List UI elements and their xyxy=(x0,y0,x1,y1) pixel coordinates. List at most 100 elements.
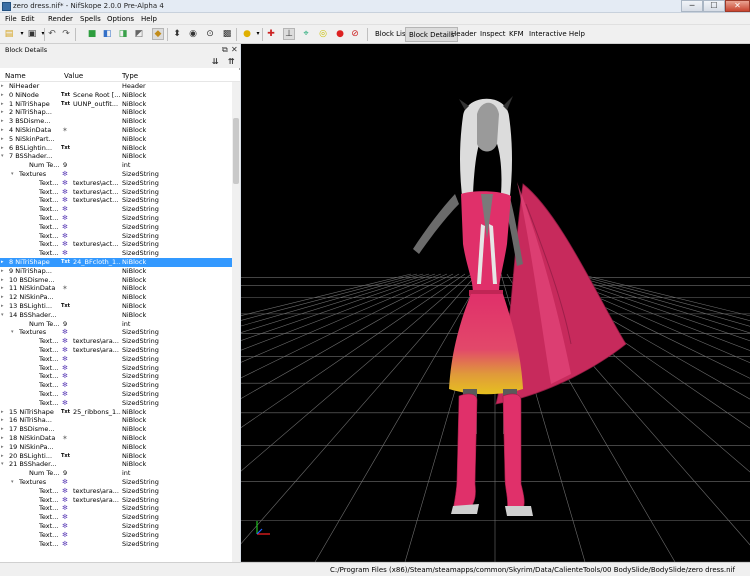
interactive-help-button[interactable]: Interactive Help xyxy=(526,27,588,42)
tree-row[interactable]: ▸ 15 NiTriShape Txt 25_ribbons_1... NiBlock xyxy=(0,408,232,417)
collapsed-arrow-icon[interactable]: ▸ xyxy=(1,100,4,109)
front-view-icon[interactable]: ◧ xyxy=(102,29,112,39)
tree-row[interactable]: ▾ 21 BSShader... NiBlock xyxy=(0,460,232,469)
row-value[interactable]: textures\ara... xyxy=(73,346,121,355)
tree-row[interactable]: ▸ 17 BSDisme... NiBlock xyxy=(0,425,232,434)
collapsed-arrow-icon[interactable]: ▸ xyxy=(1,144,4,153)
tree-row[interactable]: ▸ 9 NiTriShap... NiBlock xyxy=(0,267,232,276)
tree-row[interactable]: Text... ✻ SizedString xyxy=(0,540,232,549)
expanded-arrow-icon[interactable]: ▾ xyxy=(1,460,4,469)
tree-row[interactable]: Text... ✻ SizedString xyxy=(0,249,232,258)
tree-row[interactable]: ▾ 7 BSShader... NiBlock xyxy=(0,152,232,161)
tree-row[interactable]: Text... ✻ SizedString xyxy=(0,381,232,390)
tree-row[interactable]: ▸ 0 NiNode Txt Scene Root [... NiBlock xyxy=(0,91,232,100)
camera-icon[interactable]: ▩ xyxy=(222,29,232,39)
collapsed-arrow-icon[interactable]: ▸ xyxy=(1,135,4,144)
tree-row[interactable]: ▸ 16 NiTriSha... NiBlock xyxy=(0,416,232,425)
tree-row[interactable]: Text... ✻ SizedString xyxy=(0,372,232,381)
tree-row[interactable]: Text... ✻ SizedString xyxy=(0,522,232,531)
tree-row[interactable]: ▾ Textures ✻ SizedString xyxy=(0,478,232,487)
close-panel-icon[interactable]: ✕ xyxy=(231,45,238,54)
tree-row[interactable]: Text... ✻ textures\ara... SizedString xyxy=(0,487,232,496)
collapsed-arrow-icon[interactable]: ▸ xyxy=(1,452,4,461)
render-viewport[interactable] xyxy=(241,44,750,562)
tree-row[interactable]: Num Te... 9 int xyxy=(0,320,232,329)
tree-row[interactable]: Text... ✻ SizedString xyxy=(0,214,232,223)
undo-icon[interactable]: ↶ xyxy=(47,29,57,39)
row-value[interactable]: textures\ara... xyxy=(73,496,121,505)
hide-icon[interactable]: ⊘ xyxy=(350,29,360,39)
row-value[interactable]: 24_BFcloth_1... xyxy=(73,258,121,267)
tree-row[interactable]: Num Te... 9 int xyxy=(0,469,232,478)
row-value[interactable]: textures\act... xyxy=(73,179,121,188)
maximize-button[interactable]: ☐ xyxy=(703,0,725,12)
tree-row[interactable]: Text... ✻ textures\act... SizedString xyxy=(0,196,232,205)
nodes-icon[interactable]: ✚ xyxy=(266,29,276,39)
column-type[interactable]: Type xyxy=(122,72,138,80)
expanded-arrow-icon[interactable]: ▾ xyxy=(11,170,14,179)
close-button[interactable]: ✕ xyxy=(725,0,750,12)
row-value[interactable]: textures\act... xyxy=(73,196,121,205)
collapsed-arrow-icon[interactable]: ▸ xyxy=(1,117,4,126)
menu-file[interactable]: File xyxy=(5,15,17,23)
column-value[interactable]: Value xyxy=(64,72,83,80)
lightbulb-icon[interactable]: ● xyxy=(242,29,252,39)
collapsed-arrow-icon[interactable]: ▸ xyxy=(1,302,4,311)
row-value[interactable]: 9 xyxy=(63,320,111,329)
axes-icon[interactable]: ⊥ xyxy=(283,28,295,40)
tree-row[interactable]: Text... ✻ textures\ara... SizedString xyxy=(0,496,232,505)
kfm-button[interactable]: KFM xyxy=(506,27,527,42)
collapsed-arrow-icon[interactable]: ▸ xyxy=(1,416,4,425)
collapsed-arrow-icon[interactable]: ▸ xyxy=(1,425,4,434)
redo-icon[interactable]: ↷ xyxy=(61,29,71,39)
float-icon[interactable]: ⧉ xyxy=(222,45,228,54)
tree-row[interactable]: ▸ 20 BSLighti... Txt NiBlock xyxy=(0,452,232,461)
row-value[interactable]: textures\ara... xyxy=(73,487,121,496)
menu-render[interactable]: Render xyxy=(48,15,73,23)
row-value[interactable]: Scene Root [... xyxy=(73,91,121,100)
tree-row[interactable]: ▸ 6 BSLightin... Txt NiBlock xyxy=(0,144,232,153)
collapsed-arrow-icon[interactable]: ▸ xyxy=(1,408,4,417)
tree-scrollbar[interactable] xyxy=(232,82,240,562)
tree-row[interactable]: ▸ 2 NiTriShap... NiBlock xyxy=(0,108,232,117)
expand-all-icon[interactable]: ⇈ xyxy=(228,57,235,66)
collapsed-arrow-icon[interactable]: ▸ xyxy=(1,108,4,117)
tree-row[interactable]: ▸ 3 BSDisme... NiBlock xyxy=(0,117,232,126)
tree-row[interactable]: ▾ Textures ✻ SizedString xyxy=(0,170,232,179)
collapsed-arrow-icon[interactable]: ▸ xyxy=(1,258,4,267)
cube-icon[interactable]: ■ xyxy=(87,29,97,39)
tree-row[interactable]: Text... ✻ textures\ara... SizedString xyxy=(0,337,232,346)
column-name[interactable]: Name xyxy=(5,72,26,80)
collapsed-arrow-icon[interactable]: ▸ xyxy=(1,434,4,443)
tree-row[interactable]: ▸ 11 NiSkinData ✶ NiBlock xyxy=(0,284,232,293)
inspect-button[interactable]: Inspect xyxy=(477,27,509,42)
constraints-icon[interactable]: ⌖ xyxy=(301,29,311,39)
tree-row[interactable]: Text... ✻ textures\act... SizedString xyxy=(0,179,232,188)
side-view-icon[interactable]: ◨ xyxy=(118,29,128,39)
tree-row[interactable]: Text... ✻ SizedString xyxy=(0,355,232,364)
tree-row[interactable]: Text... ✻ SizedString xyxy=(0,364,232,373)
open-icon[interactable]: ▤ xyxy=(4,29,14,39)
collapsed-arrow-icon[interactable]: ▸ xyxy=(1,82,4,91)
flip-icon[interactable]: ⬍ xyxy=(172,29,182,39)
row-value[interactable]: 25_ribbons_1... xyxy=(73,408,121,417)
collapse-all-icon[interactable]: ⇊ xyxy=(212,57,219,66)
furniture-icon[interactable]: ◎ xyxy=(318,29,328,39)
expanded-arrow-icon[interactable]: ▾ xyxy=(11,478,14,487)
tree-row[interactable]: ▸ 4 NiSkinData ✶ NiBlock xyxy=(0,126,232,135)
dropdown-icon[interactable]: ▾ xyxy=(17,29,27,39)
tree-row[interactable]: ▸ 1 NiTriShape Txt UUNP_outfit... NiBlock xyxy=(0,100,232,109)
expanded-arrow-icon[interactable]: ▾ xyxy=(1,152,4,161)
tree-row[interactable]: Text... ✻ textures\act... SizedString xyxy=(0,240,232,249)
tree-row[interactable]: ▾ Textures ✻ SizedString xyxy=(0,328,232,337)
expanded-arrow-icon[interactable]: ▾ xyxy=(11,328,14,337)
collapsed-arrow-icon[interactable]: ▸ xyxy=(1,267,4,276)
collapsed-arrow-icon[interactable]: ▸ xyxy=(1,126,4,135)
lasso-icon[interactable]: ⊙ xyxy=(205,29,215,39)
marker-icon[interactable]: ● xyxy=(335,29,345,39)
menu-edit[interactable]: Edit xyxy=(21,15,35,23)
tree-row[interactable]: ▸ 10 BSDisme... NiBlock xyxy=(0,276,232,285)
menu-help[interactable]: Help xyxy=(141,15,157,23)
row-value[interactable]: textures\act... xyxy=(73,240,121,249)
row-value[interactable]: textures\act... xyxy=(73,188,121,197)
